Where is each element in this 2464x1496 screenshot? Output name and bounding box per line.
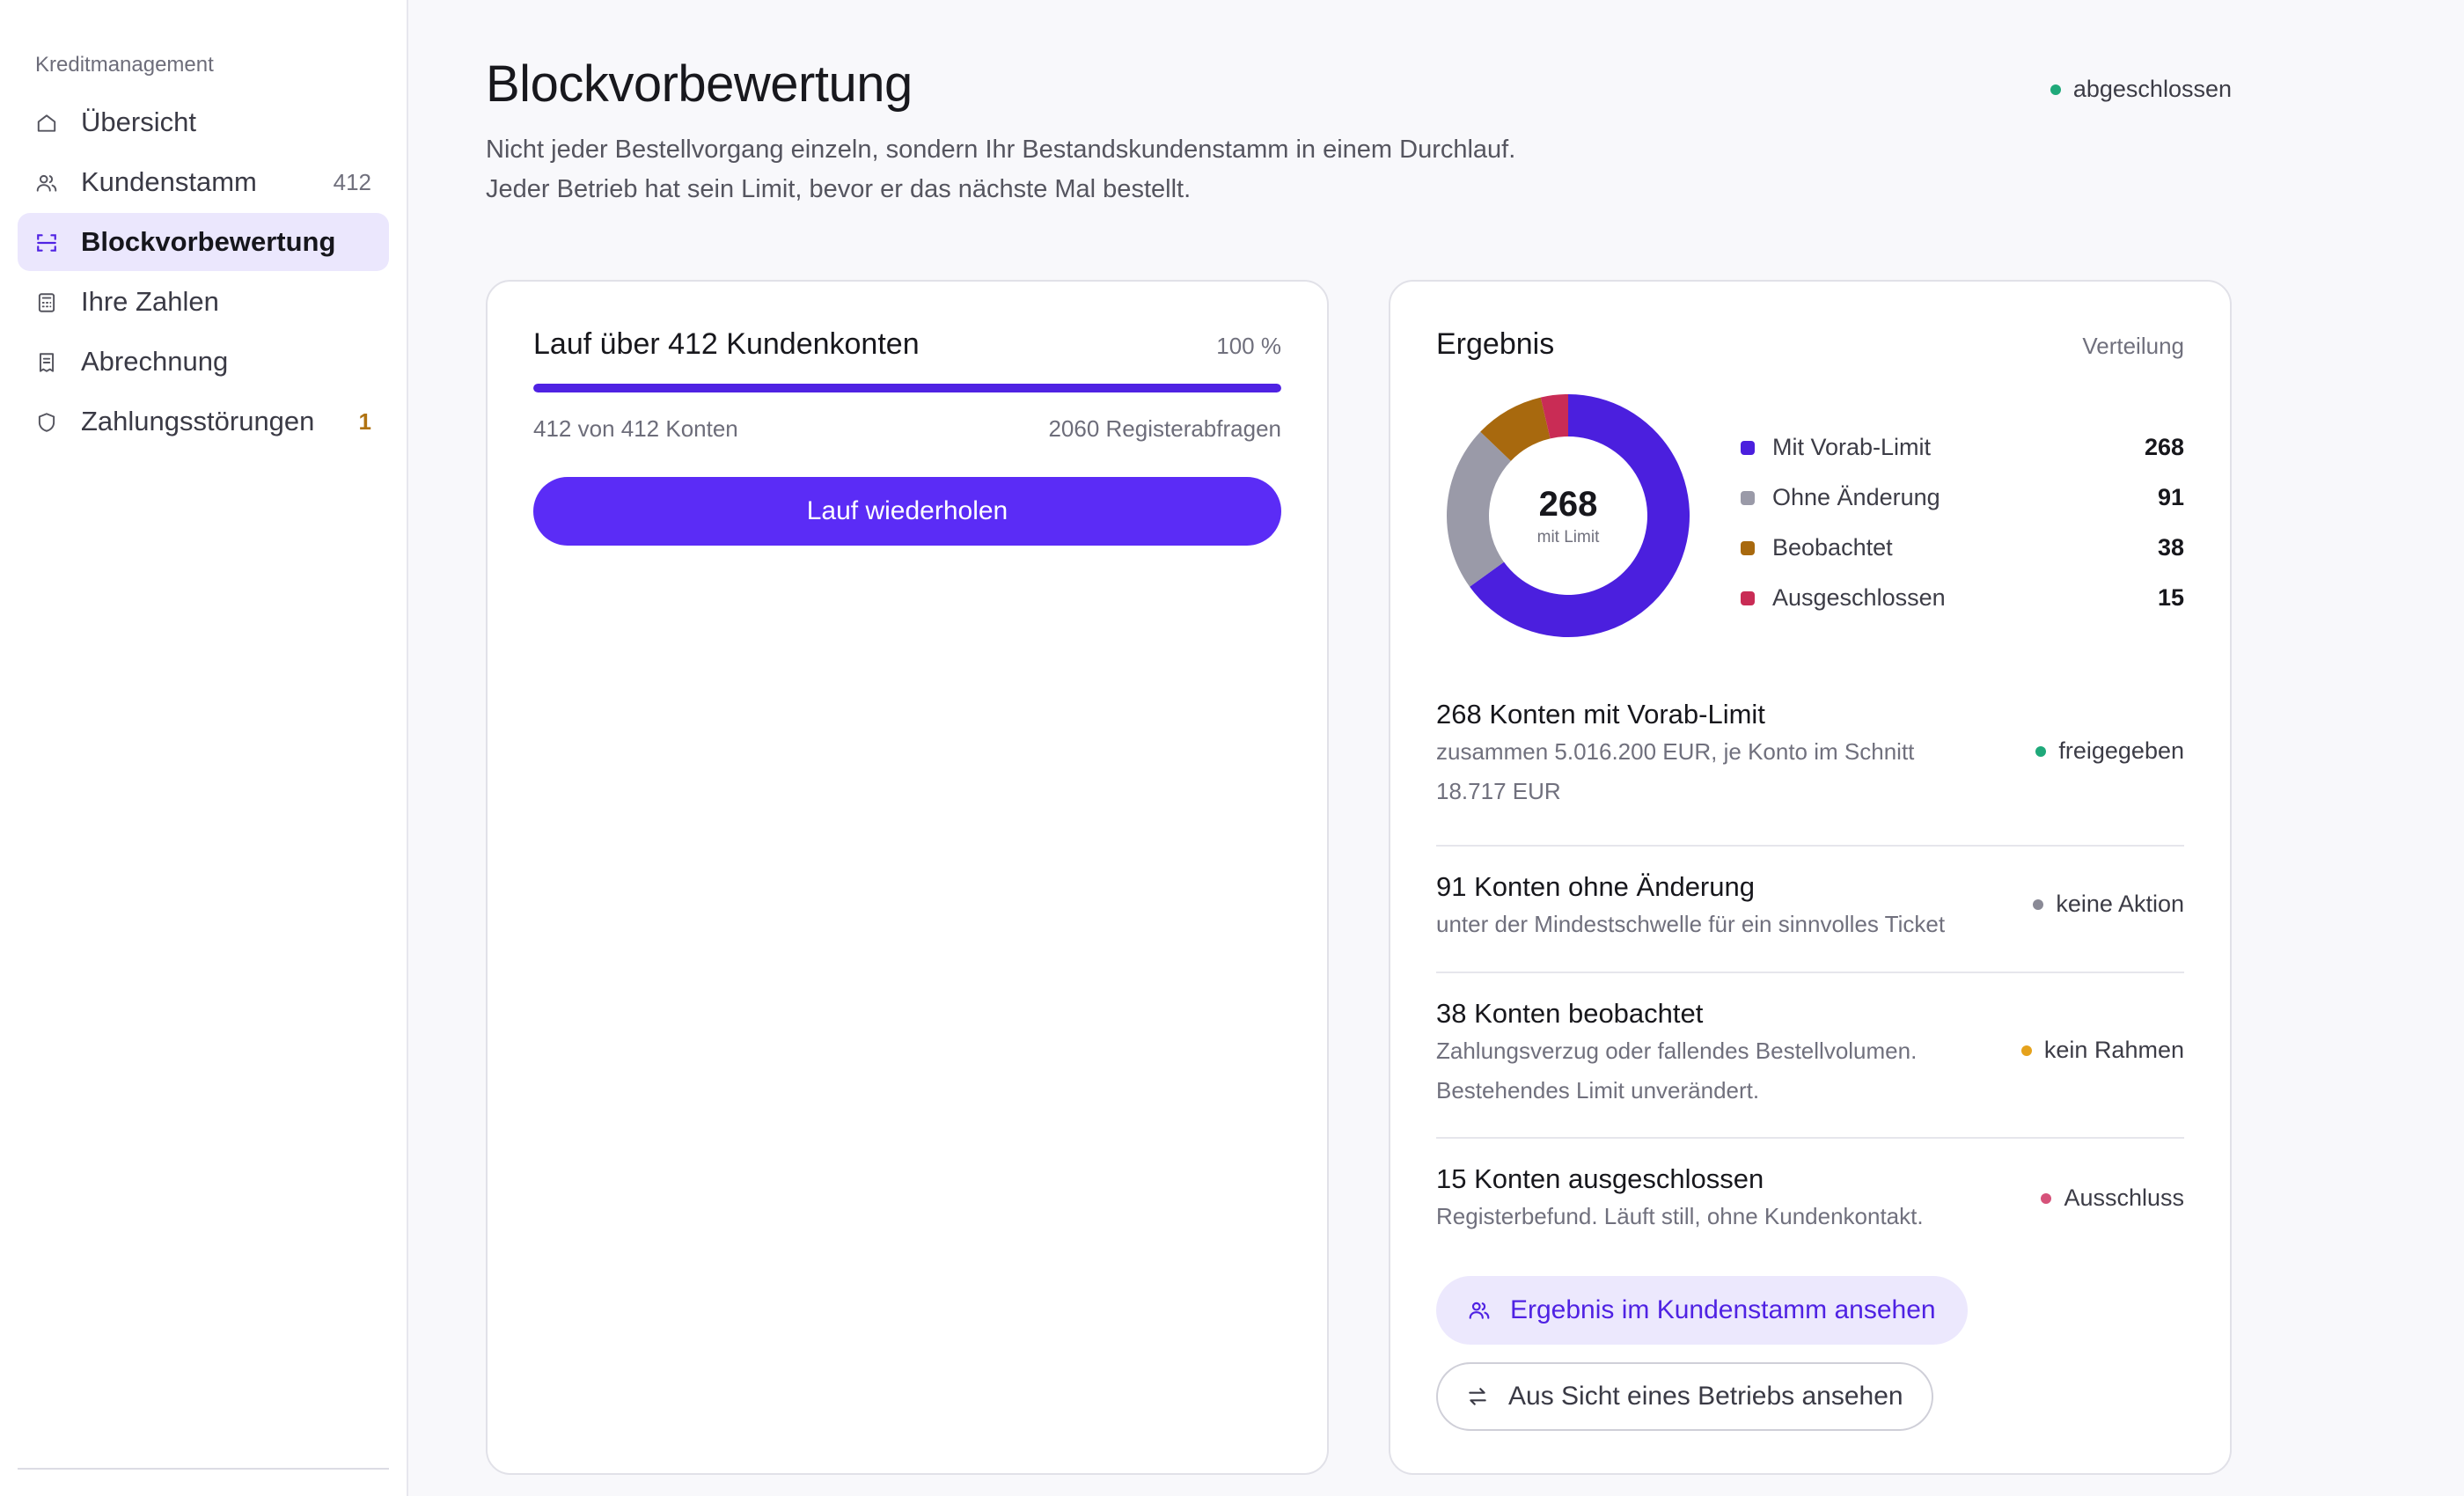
legend-value: 38	[2157, 534, 2184, 561]
queries-count: 2060 Registerabfragen	[1048, 415, 1281, 442]
status-dot	[2041, 1192, 2052, 1204]
view-as-business-button[interactable]: Aus Sicht eines Betriebs ansehen	[1436, 1362, 1933, 1431]
status-dot	[2035, 745, 2047, 757]
sidebar-item-zahlungsstoerungen[interactable]: Zahlungsstörungen 1	[18, 392, 389, 451]
row-status: kein Rahmen	[2020, 1037, 2184, 1064]
result-card: Ergebnis Verteilung 268 mit Limit Mit Vo…	[1389, 280, 2232, 1475]
result-row-watched: 38 Konten beobachtet Zahlungsverzug oder…	[1436, 973, 2184, 1139]
legend-item: Ausgeschlossen 15	[1741, 573, 2184, 623]
result-row-limit: 268 Konten mit Vorab-Limit zusammen 5.01…	[1436, 679, 2184, 847]
row-status-label: freigegeben	[2058, 737, 2184, 764]
page-subtitle-line: Jeder Betrieb hat sein Limit, bevor er d…	[486, 175, 1192, 203]
button-label: Ergebnis im Kundenstamm ansehen	[1510, 1295, 1936, 1324]
status-badge: abgeschlossen	[2050, 76, 2232, 103]
calculator-icon	[35, 291, 58, 314]
row-description: Zahlungsverzug oder fallendes Bestellvol…	[1436, 1038, 1918, 1104]
view-in-customer-base-button[interactable]: Ergebnis im Kundenstamm ansehen	[1436, 1276, 1968, 1345]
donut-legend: Mit Vorab-Limit 268 Ohne Änderung 91 Beo…	[1741, 422, 2184, 623]
legend-label: Ohne Änderung	[1772, 484, 1940, 510]
result-rows: 268 Konten mit Vorab-Limit zusammen 5.01…	[1436, 679, 2184, 1262]
result-title: Ergebnis	[1436, 327, 1555, 361]
sidebar-item-label: Übersicht	[81, 106, 196, 137]
sidebar-item-blockvorbewertung[interactable]: Blockvorbewertung	[18, 213, 389, 271]
legend-value: 15	[2157, 584, 2184, 611]
button-label: Aus Sicht eines Betriebs ansehen	[1508, 1382, 1903, 1411]
row-status: Ausschluss	[2041, 1184, 2184, 1212]
scan-icon	[35, 231, 58, 254]
sidebar-item-label: Kundenstamm	[81, 166, 257, 197]
sidebar-item-count: 412	[333, 168, 371, 195]
result-subtitle: Verteilung	[2082, 333, 2184, 359]
sidebar-item-label: Abrechnung	[81, 346, 229, 377]
legend-value: 91	[2157, 484, 2184, 510]
row-status-label: Ausschluss	[2064, 1184, 2184, 1211]
legend-item: Mit Vorab-Limit 268	[1741, 422, 2184, 473]
page-subtitle-line: Nicht jeder Bestellvorgang einzeln, sond…	[486, 136, 1516, 164]
donut-slice-1	[1447, 431, 1511, 587]
result-row-excluded: 15 Konten ausgeschlossen Registerbefund.…	[1436, 1139, 2184, 1262]
row-status: keine Aktion	[2033, 891, 2184, 918]
page-title: Blockvorbewertung	[486, 55, 913, 113]
row-status: freigegeben	[2035, 737, 2184, 765]
sidebar-item-label: Blockvorbewertung	[81, 226, 336, 257]
legend-swatch	[1741, 490, 1755, 505]
sidebar-item-kundenstamm[interactable]: Kundenstamm 412	[18, 153, 389, 211]
run-title: Lauf über 412 Kundenkonten	[533, 327, 920, 361]
shield-icon	[35, 411, 58, 434]
row-title: 268 Konten mit Vorab-Limit	[1436, 699, 1765, 730]
rerun-button[interactable]: Lauf wiederholen	[533, 477, 1281, 546]
progress-fill	[533, 384, 1281, 392]
row-description: zusammen 5.016.200 EUR, je Konto im Schn…	[1436, 738, 1915, 804]
receipt-icon	[35, 351, 58, 374]
sidebar-item-label: Ihre Zahlen	[81, 286, 219, 317]
page-subtitle: Nicht jeder Bestellvorgang einzeln, sond…	[486, 130, 1806, 209]
run-percent: 100 %	[1216, 333, 1281, 359]
sidebar: Kreditmanagement Übersicht Kundenstamm 4…	[0, 0, 408, 1496]
row-status-label: keine Aktion	[2056, 891, 2184, 917]
legend-label: Mit Vorab-Limit	[1772, 434, 1932, 460]
row-description: Registerbefund. Läuft still, ohne Kunden…	[1436, 1203, 1924, 1229]
sidebar-item-count: 1	[358, 407, 371, 435]
legend-swatch	[1741, 440, 1755, 455]
status-dot	[2020, 1045, 2032, 1056]
status-label: abgeschlossen	[2072, 76, 2232, 102]
sidebar-divider	[18, 1468, 389, 1470]
run-card: Lauf über 412 Kundenkonten 100 % 412 von…	[486, 280, 1329, 1475]
row-title: 38 Konten beobachtet	[1436, 998, 1704, 1029]
distribution-donut	[1447, 394, 1690, 637]
accounts-count: 412 von 412 Konten	[533, 415, 738, 442]
sidebar-item-label: Zahlungsstörungen	[81, 406, 315, 436]
sidebar-item-uebersicht[interactable]: Übersicht	[18, 93, 389, 151]
home-icon	[35, 112, 58, 135]
swap-icon	[1466, 1385, 1489, 1408]
sidebar-nav: Übersicht Kundenstamm 412 Blockvorbewert…	[18, 93, 389, 452]
legend-label: Beobachtet	[1772, 534, 1893, 561]
users-icon	[35, 172, 58, 194]
users-icon	[1468, 1299, 1491, 1322]
legend-item: Beobachtet 38	[1741, 523, 2184, 573]
progress-bar	[533, 384, 1281, 392]
legend-swatch	[1741, 540, 1755, 555]
legend-value: 268	[2144, 434, 2184, 460]
status-dot	[2033, 898, 2044, 910]
sidebar-item-ihre-zahlen[interactable]: Ihre Zahlen	[18, 273, 389, 331]
status-dot	[2050, 84, 2061, 95]
legend-label: Ausgeschlossen	[1772, 584, 1946, 611]
legend-swatch	[1741, 590, 1755, 605]
row-description: unter der Mindestschwelle für ein sinnvo…	[1436, 911, 1946, 937]
sidebar-item-abrechnung[interactable]: Abrechnung	[18, 333, 389, 391]
result-row-unchanged: 91 Konten ohne Änderung unter der Mindes…	[1436, 847, 2184, 973]
sidebar-heading: Kreditmanagement	[35, 53, 214, 77]
legend-item: Ohne Änderung 91	[1741, 473, 2184, 523]
row-status-label: kein Rahmen	[2043, 1037, 2184, 1063]
